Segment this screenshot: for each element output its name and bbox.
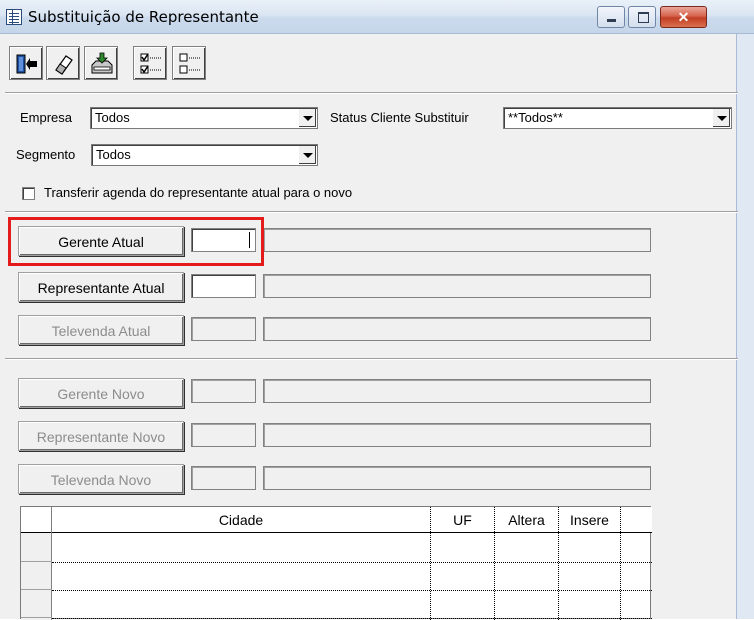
grid-row-headers (21, 533, 52, 620)
check-all-button[interactable] (133, 46, 167, 80)
clear-button[interactable] (46, 46, 80, 80)
eraser-icon (55, 55, 73, 75)
row-header-divider (21, 589, 52, 590)
chevron-down-icon[interactable] (298, 146, 316, 164)
close-icon: ✕ (677, 9, 690, 25)
close-button[interactable]: ✕ (660, 6, 707, 28)
column-divider (558, 507, 559, 620)
column-divider (494, 507, 495, 620)
save-download-icon (91, 52, 113, 74)
toolbar-divider (5, 92, 738, 94)
column-header-insere[interactable]: Insere (559, 512, 620, 528)
televenda-atual-code-field (191, 317, 256, 341)
table-row[interactable] (52, 590, 652, 591)
representante-novo-name-field (263, 423, 651, 447)
empresa-label: Empresa (20, 110, 73, 125)
uncheck-all-icon (179, 53, 200, 74)
section-divider-2 (5, 358, 738, 360)
maximize-button[interactable] (628, 6, 656, 28)
column-divider (430, 507, 431, 620)
segmento-value: Todos (96, 147, 131, 162)
section-divider (5, 211, 738, 213)
column-header-cidade[interactable]: Cidade (52, 512, 430, 528)
status-value: **Todos** (508, 110, 563, 125)
chevron-down-icon[interactable] (298, 109, 316, 127)
transfer-checkbox[interactable] (22, 187, 35, 200)
minimize-icon (607, 19, 616, 22)
minimize-button[interactable] (597, 6, 625, 28)
gerente-novo-button[interactable]: Gerente Novo (18, 378, 184, 408)
representante-atual-code-input[interactable] (191, 274, 256, 298)
televenda-novo-name-field (263, 466, 651, 490)
transfer-label[interactable]: Transferir agenda do representante atual… (44, 185, 352, 200)
highlight-box (8, 217, 264, 266)
column-header-altera[interactable]: Altera (495, 512, 558, 528)
gerente-novo-code-field (191, 379, 256, 403)
uncheck-all-button[interactable] (172, 46, 206, 80)
form-icon (6, 9, 22, 25)
maximize-icon (638, 12, 649, 23)
row-header-divider (21, 561, 52, 562)
televenda-novo-button[interactable]: Televenda Novo (18, 464, 184, 494)
exit-icon (16, 54, 37, 74)
representante-novo-code-field (191, 423, 256, 447)
gerente-novo-name-field (263, 379, 651, 403)
exit-button[interactable] (9, 46, 43, 80)
column-header-uf[interactable]: UF (431, 512, 494, 528)
gerente-atual-name-field (263, 228, 651, 252)
cities-grid[interactable]: Cidade UF Altera Insere (20, 506, 652, 620)
status-select[interactable]: **Todos** (503, 107, 732, 129)
table-row[interactable] (52, 562, 652, 563)
empresa-value: Todos (95, 110, 130, 125)
title-bar: Substituição de Representante ✕ (0, 0, 754, 34)
representante-novo-button[interactable]: Representante Novo (18, 421, 184, 451)
empresa-select[interactable]: Todos (90, 107, 318, 129)
save-button[interactable] (84, 46, 118, 80)
row-header-divider (21, 617, 52, 618)
status-label: Status Cliente Substituir (330, 110, 469, 125)
representante-atual-button[interactable]: Representante Atual (18, 272, 184, 302)
televenda-atual-name-field (263, 317, 651, 341)
chevron-down-icon[interactable] (712, 109, 730, 127)
window-frame-right (736, 34, 754, 619)
segmento-label: Segmento (16, 147, 76, 162)
segmento-select[interactable]: Todos (91, 144, 318, 166)
check-all-icon (140, 53, 161, 74)
televenda-novo-code-field (191, 466, 256, 490)
grid-corner (21, 507, 52, 533)
column-divider (620, 507, 621, 620)
televenda-atual-button[interactable]: Televenda Atual (18, 315, 184, 345)
representante-atual-name-field (263, 274, 651, 298)
window-title: Substituição de Representante (28, 8, 259, 26)
